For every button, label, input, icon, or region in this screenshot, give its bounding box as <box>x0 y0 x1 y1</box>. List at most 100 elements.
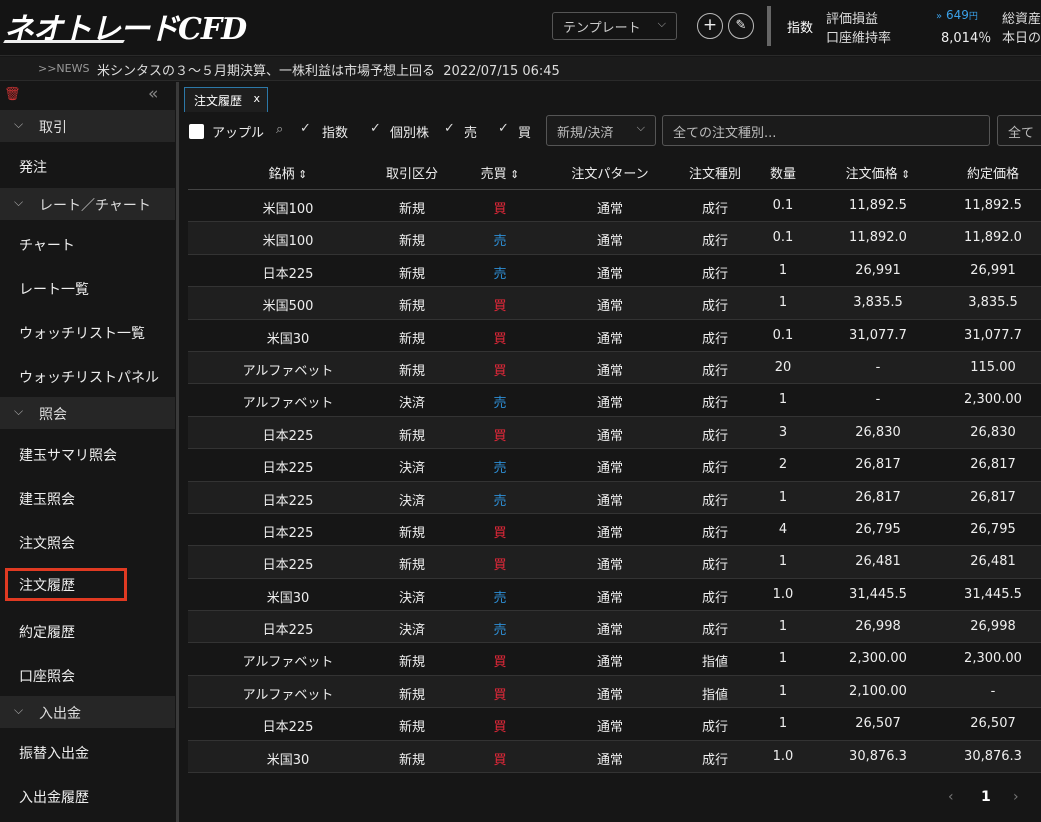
table-row[interactable]: アルファベット 新規 買 通常 指値 1 2,100.00 - <box>188 675 1041 709</box>
table-cell: 2,300.00 <box>964 392 1022 408</box>
sidebar-item-account-inquiry[interactable]: 口座照会 <box>19 666 75 686</box>
sort-icon[interactable]: ⇕ <box>507 168 519 181</box>
collapse-sidebar-icon[interactable]: « <box>148 84 158 104</box>
table-cell: 新規 <box>398 558 426 574</box>
sidebar-section-rate-chart[interactable]: ⌵ レート／チャート <box>0 188 175 220</box>
table-cell: 米国100 <box>262 202 314 217</box>
sort-icon[interactable]: ⇕ <box>295 168 307 181</box>
table-cell: 4 <box>778 521 788 537</box>
index-filter-check[interactable]: ✓ <box>300 121 311 136</box>
table-row[interactable]: 米国100 新規 売 通常 成行 0.1 11,892.0 11,892.0 <box>188 222 1041 255</box>
next-page-icon[interactable]: › <box>1013 789 1019 805</box>
add-button[interactable]: + <box>697 13 723 39</box>
double-chevron-down-icon: » <box>936 11 943 22</box>
today-label: 本日の <box>1002 31 1041 46</box>
table-cell: - <box>875 392 881 408</box>
table-cell: 26,817 <box>855 457 901 473</box>
table-row[interactable]: アルファベット 決済 売 通常 成行 1 - 2,300.00 <box>188 384 1041 417</box>
table-row[interactable]: 米国500 新規 買 通常 成行 1 3,835.5 3,835.5 <box>188 287 1041 320</box>
sidebar-item-position-summary[interactable]: 建玉サマリ照会 <box>19 445 117 465</box>
trash-icon[interactable]: 🗑 <box>4 87 21 102</box>
table-cell: 買 <box>493 687 507 703</box>
table-cell: 20 <box>774 359 792 375</box>
sidebar-item-order-inquiry[interactable]: 注文照会 <box>19 533 75 553</box>
plus-icon: + <box>702 15 718 35</box>
sidebar-item-transfer-history[interactable]: 入出金履歴 <box>19 787 89 807</box>
table-row[interactable]: 米国30 新規 買 通常 成行 1.0 30,876.3 30,876.3 <box>188 740 1041 774</box>
table-row[interactable]: 日本225 新規 売 通常 成行 1 26,991 26,991 <box>188 255 1041 288</box>
column-header[interactable]: 注文価格 ⇕ <box>846 163 911 182</box>
section-label: レート／チャート <box>39 198 151 214</box>
table-cell: 売 <box>493 493 507 509</box>
sort-icon[interactable]: ⇕ <box>898 168 910 181</box>
close-icon[interactable]: x <box>253 92 260 105</box>
kind-select[interactable]: 新規/決済 ⌵ <box>546 115 656 146</box>
table-row[interactable]: アルファベット 新規 買 通常 指値 1 2,300.00 2,300.00 <box>188 643 1041 676</box>
table-cell: 26,817 <box>855 489 901 505</box>
sidebar-item-watchlist-panel[interactable]: ウォッチリストパネル <box>19 367 159 387</box>
section-label: 取引 <box>39 120 67 136</box>
table-cell: 26,817 <box>970 457 1016 473</box>
sidebar-section-inquiry[interactable]: ⌵ 照会 <box>0 397 175 429</box>
table-cell: 0.1 <box>772 327 794 343</box>
edit-button[interactable]: ✎ <box>728 13 754 39</box>
table-cell: 日本225 <box>262 623 314 639</box>
table-cell: 日本225 <box>262 525 314 541</box>
table-cell: 3,835.5 <box>853 295 903 311</box>
sidebar-item-chart[interactable]: チャート <box>19 235 75 255</box>
stock-filter-check[interactable]: ✓ <box>370 121 381 136</box>
table-cell: 成行 <box>701 396 729 412</box>
chevron-down-icon: ⌵ <box>14 404 24 418</box>
search-icon[interactable]: ⌕ <box>276 122 283 137</box>
table-cell: 通常 <box>596 428 624 444</box>
table-cell: 26,481 <box>970 554 1016 570</box>
table-row[interactable]: 米国30 決済 売 通常 成行 1.0 31,445.5 31,445.5 <box>188 579 1041 612</box>
third-select[interactable]: 全て <box>997 115 1041 146</box>
table-row[interactable]: 米国100 新規 買 通常 成行 0.1 11,892.5 11,892.5 <box>188 190 1041 223</box>
table-row[interactable]: 米国30 新規 買 通常 成行 0.1 31,077.7 31,077.7 <box>188 320 1041 352</box>
sidebar-item-transfer[interactable]: 振替入出金 <box>19 743 89 763</box>
table-cell: 26,998 <box>855 619 901 635</box>
table-row[interactable]: 日本225 新規 買 通常 成行 3 26,830 26,830 <box>188 416 1041 450</box>
table-cell: 31,077.7 <box>964 327 1022 343</box>
sidebar-item-rate-list[interactable]: レート一覧 <box>19 279 89 299</box>
sidebar-item-execution-history[interactable]: 約定履歴 <box>19 622 75 642</box>
table-cell: 日本225 <box>262 720 314 736</box>
table-cell: 新規 <box>398 428 426 444</box>
sidebar-section-trade[interactable]: ⌵ 取引 <box>0 110 175 142</box>
buy-filter-check[interactable]: ✓ <box>498 121 509 136</box>
sell-filter-check[interactable]: ✓ <box>444 121 455 136</box>
tab-order-history[interactable]: 注文履歴 x <box>184 87 268 112</box>
chevron-down-icon: ⌵ <box>14 117 24 131</box>
column-header[interactable]: 銘柄 ⇕ <box>269 163 308 182</box>
sidebar-section-deposit[interactable]: ⌵ 入出金 <box>0 696 175 728</box>
table-cell: 日本225 <box>262 461 314 477</box>
table-row[interactable]: 日本225 新規 買 通常 成行 1 26,507 26,507 <box>188 708 1041 741</box>
sidebar-item-watchlist-list[interactable]: ウォッチリスト一覧 <box>19 323 145 343</box>
table-cell: 通常 <box>596 720 624 736</box>
news-headline: 米シンタスの３～５月期決算、一株利益は市場予想上回る <box>97 64 436 79</box>
sidebar-divider[interactable] <box>176 82 179 822</box>
table-row[interactable]: アルファベット 新規 買 通常 成行 20 - 115.00 <box>188 351 1041 385</box>
column-header: 数量 <box>770 163 796 182</box>
table-row[interactable]: 日本225 新規 買 通常 成行 1 26,481 26,481 <box>188 546 1041 579</box>
table-row[interactable]: 日本225 新規 買 通常 成行 4 26,795 26,795 <box>188 514 1041 547</box>
table-row[interactable]: 日本225 決済 売 通常 成行 1 26,817 26,817 <box>188 481 1041 514</box>
sidebar-item-positions[interactable]: 建玉照会 <box>19 489 75 509</box>
order-type-select[interactable]: 全ての注文種別... <box>662 115 990 146</box>
prev-page-icon[interactable]: ‹ <box>948 789 954 805</box>
column-header-label: 売買 <box>480 167 507 182</box>
table-header: 銘柄 ⇕ 取引区分 売買 ⇕ 注文パターン 注文種別 数量 注文価格 ⇕ 約定価格 <box>188 154 1041 190</box>
template-dropdown[interactable]: テンプレート ⌵ <box>552 12 677 40</box>
column-header[interactable]: 売買 ⇕ <box>481 163 520 182</box>
kind-select-value: 新規/決済 <box>557 126 614 141</box>
sidebar-item-order[interactable]: 発注 <box>19 157 47 177</box>
sidebar-item-order-history[interactable]: 注文履歴 <box>5 568 127 601</box>
news-ticker[interactable]: >>NEWS 米シンタスの３～５月期決算、一株利益は市場予想上回る 2022/0… <box>0 57 1041 81</box>
apple-checkbox[interactable] <box>189 124 204 139</box>
table-cell: 26,830 <box>970 424 1016 440</box>
news-timestamp: 2022/07/15 06:45 <box>443 64 560 79</box>
table-row[interactable]: 日本225 決済 売 通常 成行 1 26,998 26,998 <box>188 611 1041 644</box>
table-row[interactable]: 日本225 決済 売 通常 成行 2 26,817 26,817 <box>188 449 1041 482</box>
page-number[interactable]: 1 <box>981 789 991 805</box>
